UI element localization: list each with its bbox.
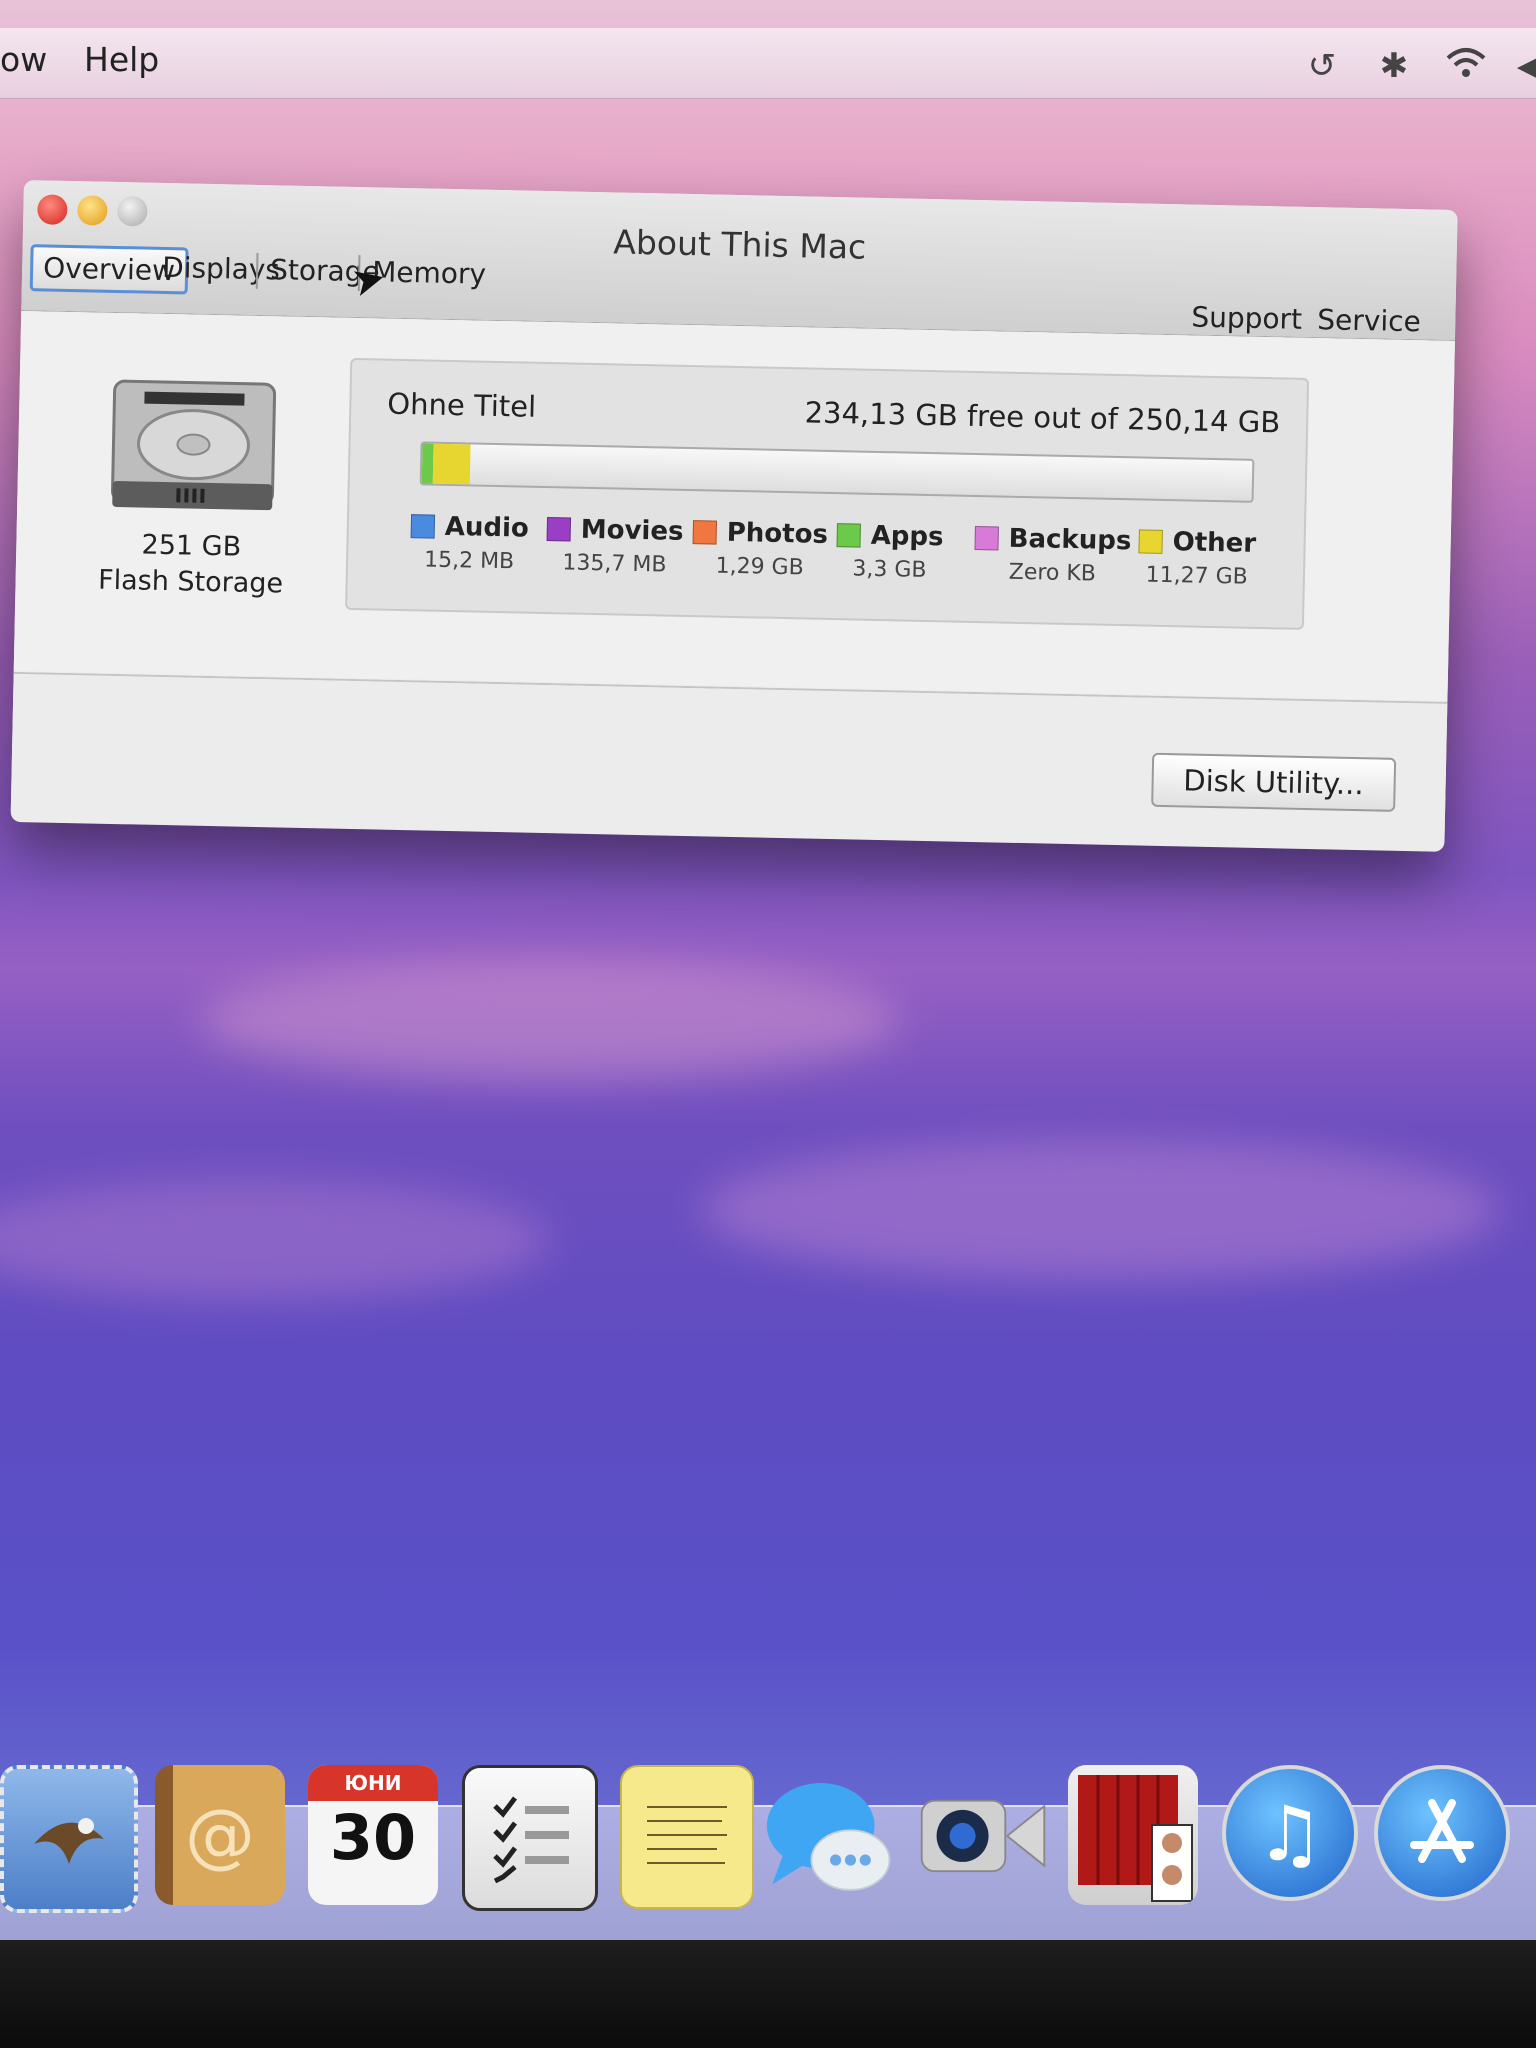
legend-movies: Movies 135,7 MB [546, 514, 684, 578]
disk-utility-button[interactable]: Disk Utility... [1150, 752, 1397, 812]
window-footer: Disk Utility... [10, 671, 1448, 852]
audio-swatch [410, 514, 436, 539]
legend-label: Audio [444, 511, 530, 544]
volume-free-space: 234,13 GB free out of 250,14 GB [804, 395, 1281, 440]
support-link[interactable]: Support [1191, 300, 1302, 335]
mail-app-icon[interactable] [0, 1765, 138, 1913]
volume-name: Ohne Titel [387, 386, 537, 424]
messages-app-icon[interactable] [765, 1765, 895, 1905]
notes-app-icon[interactable] [620, 1765, 754, 1909]
legend-label: Backups [1008, 523, 1132, 557]
legend-apps: Apps 3,3 GB [836, 520, 944, 583]
wallpaper-cloud [200, 960, 900, 1080]
storage-content: 251 GB Flash Storage Ohne Titel 234,13 G… [13, 310, 1455, 701]
legend-backups: Backups Zero KB [974, 523, 1132, 587]
legend-label: Photos [726, 517, 829, 550]
photos-swatch [692, 520, 718, 545]
disk-type: Flash Storage [97, 564, 284, 600]
other-swatch [1138, 529, 1163, 554]
movies-swatch [546, 517, 572, 542]
calendar-app-icon[interactable]: ЮНИ 30 [308, 1765, 438, 1905]
wallpaper-cloud [0, 1180, 550, 1300]
storage-usage-bar [419, 441, 1255, 503]
menu-bar: ow Help ↺ ✱ ◀ [0, 28, 1536, 99]
contacts-app-icon[interactable]: @ [155, 1765, 285, 1905]
wifi-icon[interactable] [1444, 44, 1488, 88]
reminders-app-icon[interactable] [462, 1765, 598, 1911]
wallpaper-cloud [700, 1140, 1500, 1280]
disk-info: 251 GB Flash Storage [85, 372, 300, 602]
video-camera-icon [920, 1799, 1046, 1873]
legend-value: 11,27 GB [1145, 562, 1249, 590]
legend-audio: Audio 15,2 MB [410, 511, 529, 574]
legend-photos: Photos 1,29 GB [692, 517, 828, 581]
legend-value: 15,2 MB [423, 547, 515, 575]
itunes-app-icon[interactable]: ♫ [1222, 1765, 1358, 1901]
legend-label: Apps [870, 520, 944, 553]
checklist-icon [493, 1796, 569, 1884]
about-this-mac-window: About This Mac Overview Displays Storage… [10, 180, 1458, 852]
app-store-app-icon[interactable] [1374, 1765, 1510, 1901]
backups-swatch [974, 525, 999, 551]
at-sign-icon: @ [185, 1794, 255, 1876]
calendar-day: 30 [329, 1801, 417, 1874]
photo-booth-app-icon[interactable] [1068, 1765, 1198, 1905]
legend-value: Zero KB [1008, 559, 1097, 587]
legend-label: Movies [580, 514, 684, 547]
usage-segment-apps [421, 443, 434, 484]
apps-swatch [836, 523, 861, 548]
screen-bezel [0, 1940, 1536, 2048]
legend-value: 3,3 GB [852, 556, 927, 583]
disk-capacity: 251 GB [141, 529, 242, 563]
hard-disk-icon [111, 379, 277, 511]
usage-segment-other [432, 443, 471, 485]
service-link[interactable]: Service [1317, 303, 1421, 338]
notes-lines-icon [647, 1806, 727, 1864]
time-machine-icon[interactable]: ↺ [1300, 44, 1344, 88]
facetime-app-icon[interactable] [918, 1765, 1048, 1905]
speech-bubbles-icon [766, 1783, 891, 1891]
menu-item-window[interactable]: ow [0, 40, 47, 79]
legend-label: Other [1172, 527, 1257, 559]
app-store-a-icon [1410, 1799, 1474, 1863]
legend-value: 135,7 MB [562, 550, 667, 578]
calendar-month: ЮНИ [308, 1765, 438, 1801]
menu-item-help[interactable]: Help [84, 40, 159, 79]
legend-other: Other 11,27 GB [1138, 526, 1257, 590]
music-note-icon: ♫ [1255, 1788, 1325, 1878]
curtain-icon [1078, 1775, 1193, 1902]
volume-icon[interactable]: ◀ [1508, 44, 1536, 88]
legend-value: 1,29 GB [715, 553, 804, 581]
eagle-icon [34, 1818, 104, 1864]
bluetooth-icon[interactable]: ✱ [1372, 44, 1416, 88]
storage-panel: Ohne Titel 234,13 GB free out of 250,14 … [345, 357, 1310, 630]
